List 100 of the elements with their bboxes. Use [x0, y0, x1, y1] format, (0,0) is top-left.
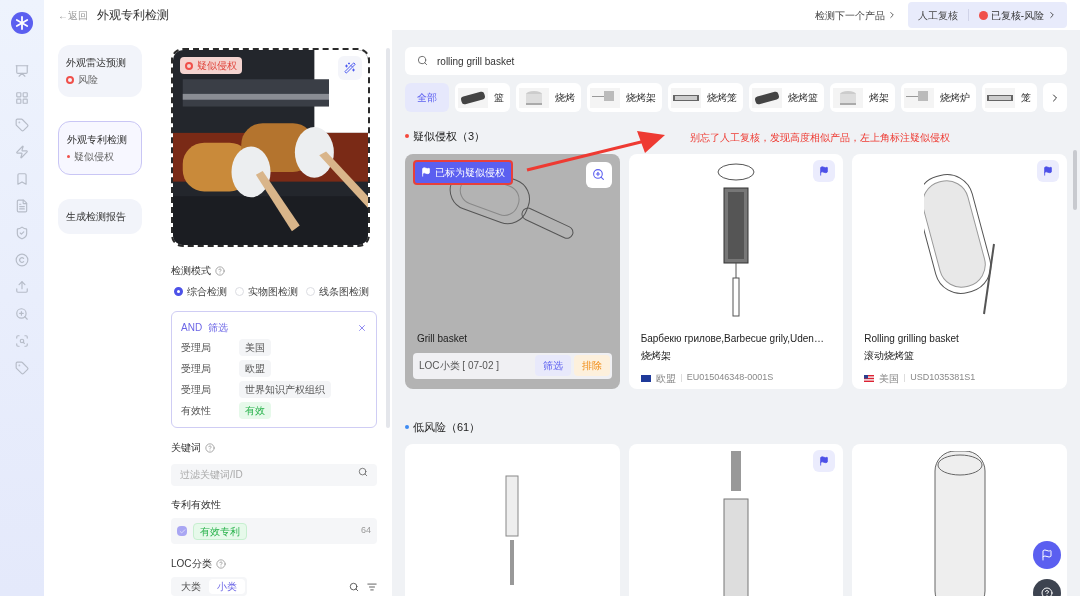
- loc-tab[interactable]: 大类: [173, 579, 209, 594]
- flag-button[interactable]: [813, 450, 836, 472]
- patent-number: USD1035381S1: [910, 371, 976, 385]
- nav-title: 外观专利检测: [67, 133, 128, 147]
- zoom-icon: [592, 168, 606, 181]
- category-chip[interactable]: 烧烤笼: [668, 83, 743, 112]
- risk-ring-icon: [66, 75, 74, 84]
- annotation-text: 别忘了人工复核，发现高度相似产品，左上角标注疑似侵权: [690, 131, 950, 145]
- nav-status: 风险: [78, 73, 98, 87]
- filter-value-tag: 世界知识产权组织: [239, 381, 331, 398]
- section-label: 专利有效性: [171, 498, 222, 512]
- manual-review-button[interactable]: 人工复核: [917, 7, 958, 23]
- section-title: 低风险（61）: [413, 419, 481, 435]
- page-title: 外观专利检测: [97, 7, 169, 24]
- nav-card[interactable]: 外观专利检测 疑似侵权: [58, 121, 142, 175]
- tag-icon[interactable]: [15, 361, 29, 375]
- nav-title: 外观雷达预测: [66, 56, 127, 70]
- tag-icon[interactable]: [15, 118, 29, 132]
- patent-card[interactable]: Rolling grilling basket 滚动烧烤篮 美国 USD1035381S1: [852, 153, 1067, 389]
- close-icon[interactable]: [357, 322, 367, 333]
- card-title: Rolling grilling basket: [864, 331, 960, 346]
- mode-radio[interactable]: 线条图检测: [306, 284, 369, 299]
- chevron-right-icon: [1047, 10, 1057, 20]
- flag-button[interactable]: [813, 159, 836, 182]
- flag-icon: [819, 165, 830, 176]
- magic-wand-icon: [344, 62, 356, 74]
- magic-wand-button[interactable]: [338, 56, 362, 80]
- mode-radio[interactable]: 综合检测: [174, 284, 227, 299]
- next-button[interactable]: [1043, 83, 1067, 112]
- patent-card[interactable]: 已标为疑似侵权 Grill basket LOC小类 [ 07-02 ] 筛选 排除: [405, 153, 620, 389]
- flag-icon: [819, 456, 830, 466]
- zoom-button[interactable]: [585, 161, 612, 188]
- search-icon: [417, 55, 428, 66]
- nav-card[interactable]: 生成检测报告: [58, 199, 142, 234]
- card-subtitle: 烧烤架: [640, 348, 672, 363]
- marked-label: 已标为疑似侵权: [435, 165, 505, 180]
- badge-text: 疑似侵权: [197, 59, 237, 73]
- validity-count: 64: [361, 524, 371, 538]
- flag-button[interactable]: [1037, 159, 1059, 182]
- category-chip[interactable]: 烧烤架: [587, 83, 662, 112]
- sort-icon[interactable]: [367, 581, 377, 592]
- patent-card[interactable]: Барбекю грилове,Barbecue grily,Uden… 烧烤架 欧盟 EU015046348-0001S: [628, 153, 844, 389]
- flag-eu-icon: [640, 374, 651, 382]
- keyword-field[interactable]: 过滤关键词/ID: [171, 463, 377, 486]
- filter-button[interactable]: 筛选: [534, 355, 571, 376]
- shield-icon[interactable]: [15, 226, 29, 240]
- checkbox[interactable]: [177, 526, 187, 536]
- filter-value-tag: 美国: [239, 339, 271, 356]
- patent-number: EU015046348-0001S: [686, 371, 774, 385]
- bookmark-icon[interactable]: [15, 172, 29, 186]
- filter-field: 受理局: [181, 340, 239, 355]
- validity-tag: 有效专利: [193, 522, 247, 540]
- search-icon[interactable]: [349, 581, 359, 592]
- card-title: Grill basket: [417, 331, 468, 346]
- category-chip[interactable]: 烧烤: [516, 83, 581, 112]
- scrollbar[interactable]: [1073, 150, 1077, 210]
- scan-icon[interactable]: [15, 334, 29, 348]
- next-product-button[interactable]: 检测下一个产品: [814, 7, 897, 23]
- filter-field: 受理局: [181, 382, 239, 397]
- section-title: 疑似侵权（3）: [413, 129, 486, 144]
- help-icon[interactable]: [215, 265, 225, 276]
- category-chip[interactable]: 烧烤篮: [749, 83, 824, 112]
- filter-value-tag: 欧盟: [239, 360, 271, 377]
- search-field[interactable]: rolling grill basket: [405, 47, 1067, 75]
- card-title: Барбекю грилове,Barbecue grily,Uden…: [640, 331, 825, 346]
- bolt-icon[interactable]: [15, 145, 29, 159]
- filter-field: 受理局: [181, 361, 239, 376]
- office-name: 美国: [879, 371, 900, 386]
- flag-us-icon: [864, 374, 875, 382]
- nav-card[interactable]: 外观雷达预测 风险: [58, 45, 142, 97]
- document-icon[interactable]: [15, 199, 29, 213]
- help-icon[interactable]: [215, 558, 226, 569]
- loc-label: LOC小类 [ 07-02 ]: [419, 359, 501, 373]
- section-label: 检测模式: [171, 264, 211, 278]
- upload-icon[interactable]: [15, 280, 29, 294]
- category-chip[interactable]: 篮: [455, 83, 510, 112]
- office-name: 欧盟: [655, 371, 676, 386]
- filter-field: 有效性: [181, 403, 239, 418]
- filter-value-tag: 有效: [239, 402, 271, 419]
- review-status-button[interactable]: 已复核-风险: [978, 7, 1057, 23]
- loc-tab[interactable]: 小类: [209, 579, 245, 594]
- help-icon: [1041, 587, 1053, 596]
- copyright-icon[interactable]: [15, 253, 29, 267]
- category-chip[interactable]: 全部: [405, 83, 449, 112]
- risk-ring-icon: [185, 61, 193, 70]
- search-icon[interactable]: [358, 467, 368, 477]
- category-chip[interactable]: 笼: [982, 83, 1037, 112]
- marked-badge[interactable]: 已标为疑似侵权: [413, 159, 513, 185]
- grid-icon[interactable]: [15, 91, 29, 105]
- filter-logic: AND: [181, 321, 203, 335]
- flag-icon: [1041, 549, 1053, 561]
- section-label: LOC分类: [171, 557, 212, 571]
- flag-icon: [1043, 165, 1053, 176]
- category-chip[interactable]: 烤架: [830, 83, 895, 112]
- category-chip[interactable]: 烧烤炉: [901, 83, 976, 112]
- help-icon[interactable]: [205, 442, 215, 453]
- logo-icon[interactable]: [11, 12, 33, 34]
- nav-status: 疑似侵权: [74, 150, 114, 164]
- mode-radio[interactable]: 实物图检测: [235, 284, 298, 299]
- zoom-icon[interactable]: [15, 307, 29, 321]
